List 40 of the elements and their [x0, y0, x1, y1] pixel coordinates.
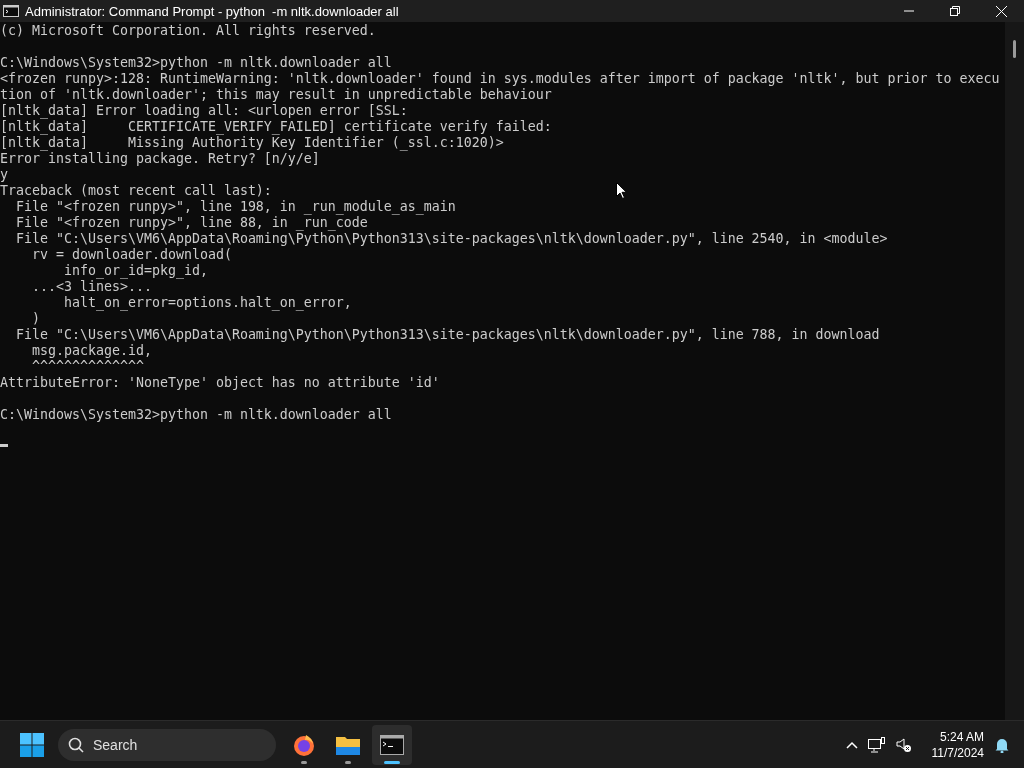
terminal-line: tion of 'nltk.downloader'; this may result in unpredictable behaviour: [0, 87, 552, 103]
chevron-up-icon[interactable]: [845, 740, 858, 749]
bell-icon[interactable]: [994, 736, 1010, 753]
terminal-line: info_or_id=pkg_id,: [62, 263, 208, 279]
terminal-line: (c) Microsoft Corporation. All rights reserved.: [0, 23, 376, 39]
restore-icon: [950, 6, 960, 16]
terminal-icon: [380, 734, 404, 755]
mouse-pointer-icon: [616, 182, 627, 199]
terminal-line: <frozen runpy>:128: RuntimeWarning: 'nltk.downloader' found in sys.modules after import of package 'nltk', but prior to execu: [0, 71, 1000, 87]
terminal-line: C:\Windows\System32>python -m nltk.downloader all: [0, 407, 392, 423]
terminal-line: [nltk_data] Missing Authority Key Identifier (_ssl.c:1020)>: [0, 135, 504, 151]
terminal-line: halt_on_error=options.halt_on_error,: [62, 295, 352, 311]
scrollbar[interactable]: [1005, 22, 1024, 720]
terminal-line: ): [30, 311, 40, 327]
speaker-muted-icon[interactable]: [895, 736, 912, 753]
terminal-line: ^^^^^^^^^^^^^^: [30, 359, 144, 375]
terminal-line: ...<3 lines>...: [30, 279, 152, 295]
search-icon: [68, 736, 84, 753]
terminal-line: Error installing package. Retry? [n/y/e]: [0, 151, 320, 167]
start-icon[interactable]: [20, 732, 44, 757]
terminal-line: msg.package.id,: [30, 343, 152, 359]
terminal-line: y: [0, 167, 8, 183]
terminal-line: [nltk_data] Error loading all: <urlopen error [SSL:: [0, 103, 408, 119]
terminal-line: File "<frozen runpy>", line 88, in _run_code: [15, 215, 368, 231]
terminal-line: rv = downloader.download(: [30, 247, 232, 263]
terminal-line: File "<frozen runpy>", line 198, in _run_module_as_main: [15, 199, 456, 215]
window-title: Administrator: Command Prompt - python -m nltk.downloader all: [25, 3, 399, 19]
console-icon: [3, 5, 19, 17]
close-icon: [995, 5, 1007, 17]
terminal-line: AttributeError: 'NoneType' object has no attribute 'id': [0, 375, 440, 391]
search-field[interactable]: Search: [58, 728, 276, 761]
terminal-line: [nltk_data] CERTIFICATE_VERIFY_FAILED] certificate verify failed:: [0, 119, 552, 135]
network-icon[interactable]: [867, 736, 886, 753]
terminal-line: Traceback (most recent call last):: [0, 183, 272, 199]
terminal-line: C:\Windows\System32>python -m nltk.downloader all: [0, 55, 392, 71]
browser-icon: [292, 732, 316, 757]
clock[interactable]: 5:24 AM 11/7/2024: [931, 728, 984, 761]
taskbar-app[interactable]: [372, 724, 412, 765]
terminal-line: File "C:\Users\VM6\AppData\Roaming\Python\Python313\site-packages\nltk\downloader.py", line 2540, in <module>: [15, 231, 888, 247]
terminal-line: File "C:\Users\VM6\AppData\Roaming\Python\Python313\site-packages\nltk\downloader.py", line 788, in download: [15, 327, 880, 343]
